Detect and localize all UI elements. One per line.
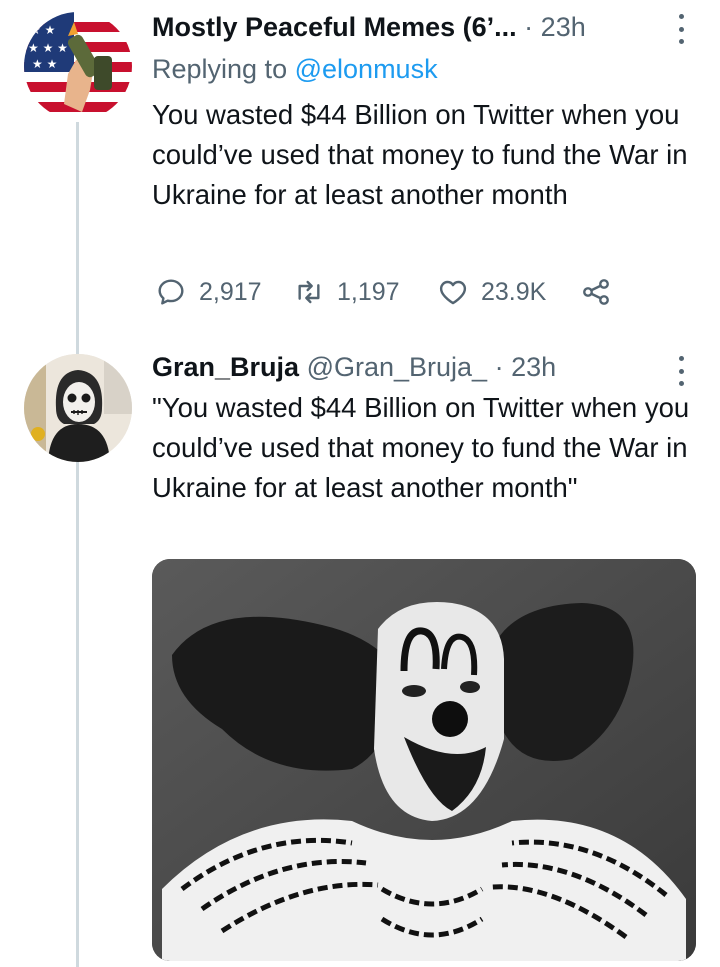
speech-bubble-icon — [158, 279, 184, 305]
reply-button[interactable]: 2,917 — [155, 272, 262, 312]
tweet2-header: Gran_Bruja @Gran_Bruja_ · 23h — [152, 350, 682, 384]
replying-to-label: Replying to — [152, 54, 288, 84]
retweet-count: 1,197 — [337, 277, 400, 306]
avatar-gran-bruja[interactable] — [24, 354, 132, 462]
share-icon — [583, 279, 609, 305]
tweet2-timestamp[interactable]: 23h — [511, 352, 556, 382]
tweet2-text: "You wasted $44 Billion on Twitter when … — [152, 392, 690, 503]
avatar-mostly-peaceful-memes[interactable]: ★ ★ ★ ★ ★ ★ ★ — [24, 12, 132, 120]
svg-text:★ ★: ★ ★ — [32, 57, 57, 71]
retweet-arrows-icon — [298, 280, 320, 304]
svg-text:★ ★: ★ ★ — [30, 23, 55, 37]
skull-face-avatar-image — [24, 354, 132, 462]
share-button[interactable] — [580, 272, 612, 312]
more-options-icon[interactable] — [674, 356, 688, 386]
heart-icon — [439, 280, 467, 305]
like-count: 23.9K — [481, 277, 547, 306]
tweet1-text: You wasted $44 Billion on Twitter when y… — [152, 99, 688, 210]
tweet1-timestamp[interactable]: 23h — [541, 12, 586, 42]
tweet2-handle[interactable]: @Gran_Bruja_ — [307, 352, 488, 382]
like-button[interactable]: 23.9K — [437, 272, 546, 312]
svg-text:★ ★ ★: ★ ★ ★ — [28, 41, 68, 55]
tweet1-action-bar: 2,917 1,197 23.9K — [155, 272, 625, 312]
tweet2-display-name[interactable]: Gran_Bruja — [152, 352, 299, 382]
tweet1-separator-dot: · — [524, 12, 534, 42]
reply-mention-link[interactable]: @elonmusk — [295, 54, 438, 84]
tweet1-header: Mostly Peaceful Memes (6’... · 23h — [152, 10, 682, 44]
thread-connector-line — [76, 122, 79, 967]
tweet2-separator-dot: · — [494, 352, 504, 382]
reply-count: 2,917 — [199, 277, 262, 306]
retweet-button[interactable]: 1,197 — [293, 272, 400, 312]
tweet2-media-clown-photo[interactable] — [152, 559, 696, 961]
clown-photo-image — [152, 559, 696, 961]
more-options-icon[interactable] — [674, 14, 688, 44]
tweet1-replying-to: Replying to @elonmusk — [152, 52, 438, 86]
flag-molotov-avatar-image: ★ ★ ★ ★ ★ ★ ★ — [24, 12, 132, 120]
tweet1-display-name[interactable]: Mostly Peaceful Memes (6’... — [152, 12, 517, 42]
